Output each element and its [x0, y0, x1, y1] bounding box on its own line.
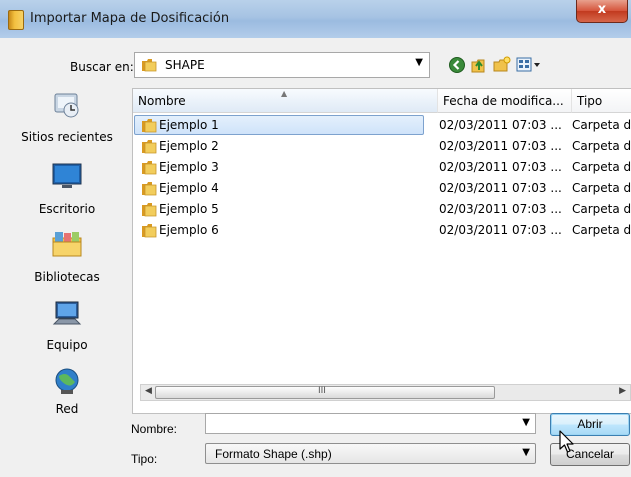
mouse-cursor-icon [559, 430, 574, 453]
new-folder-icon[interactable] [493, 56, 511, 74]
folder-icon [141, 160, 157, 178]
file-row[interactable]: Ejemplo 1 02/03/2011 07:03 ... Carpeta d [133, 115, 631, 136]
file-type: Carpeta d [572, 139, 631, 153]
file-date: 02/03/2011 07:03 ... [439, 202, 562, 216]
file-date: 02/03/2011 07:03 ... [439, 223, 562, 237]
chevron-down-icon[interactable]: ▼ [522, 417, 530, 428]
file-name: Ejemplo 6 [159, 223, 219, 237]
title-bar[interactable]: Importar Mapa de Dosificación x [0, 0, 631, 38]
place-label: Escritorio [38, 202, 96, 216]
scroll-left-icon[interactable]: ◀ [145, 386, 152, 396]
scroll-right-icon[interactable]: ▶ [619, 386, 626, 396]
file-date: 02/03/2011 07:03 ... [439, 181, 562, 195]
network-icon [55, 368, 79, 394]
folder-icon [141, 139, 157, 157]
column-header-date[interactable]: Fecha de modifica... [438, 89, 572, 113]
file-name: Ejemplo 5 [159, 202, 219, 216]
view-menu-icon[interactable] [516, 56, 542, 74]
file-date: 02/03/2011 07:03 ... [439, 160, 562, 174]
column-header-type[interactable]: Tipo [572, 89, 631, 113]
column-header-name[interactable]: Nombre ▲ [133, 89, 438, 113]
recent-places-icon [54, 93, 79, 118]
place-computer[interactable]: Equipo [7, 298, 127, 366]
file-name: Ejemplo 2 [159, 139, 219, 153]
file-type: Carpeta d [572, 160, 631, 174]
folder-icon [141, 223, 157, 241]
close-button[interactable]: x [576, 0, 628, 23]
filename-label: Nombre: [131, 422, 178, 436]
place-label: Red [55, 402, 79, 416]
file-row[interactable]: Ejemplo 5 02/03/2011 07:03 ... Carpeta d [133, 199, 631, 220]
back-icon[interactable] [448, 56, 466, 74]
file-type: Carpeta d [572, 118, 631, 132]
place-desktop[interactable]: Escritorio [7, 160, 127, 230]
place-label: Sitios recientes [21, 130, 113, 144]
column-header-label: Nombre [138, 94, 186, 108]
filetype-value: Formato Shape (.shp) [215, 447, 332, 461]
file-date: 02/03/2011 07:03 ... [439, 139, 562, 153]
file-list[interactable]: Nombre ▲ Fecha de modifica... Tipo Ejemp… [132, 88, 631, 414]
file-row[interactable]: Ejemplo 3 02/03/2011 07:03 ... Carpeta d [133, 157, 631, 178]
import-dialog: Importar Mapa de Dosificación x Buscar e… [0, 0, 631, 477]
look-in-label: Buscar en: [70, 60, 134, 74]
filetype-label: Tipo: [131, 452, 158, 466]
folder-icon [141, 181, 157, 199]
file-row[interactable]: Ejemplo 4 02/03/2011 07:03 ... Carpeta d [133, 178, 631, 199]
computer-icon [52, 301, 82, 325]
file-type: Carpeta d [572, 202, 631, 216]
libraries-icon [52, 232, 82, 257]
file-row[interactable]: Ejemplo 6 02/03/2011 07:03 ... Carpeta d [133, 220, 631, 241]
filetype-select[interactable]: Formato Shape (.shp) ▼ [205, 443, 536, 464]
horizontal-scrollbar[interactable]: ◀ III ▶ [140, 384, 631, 401]
place-libraries[interactable]: Bibliotecas [7, 228, 127, 298]
app-icon [8, 10, 24, 30]
folder-icon [141, 118, 157, 136]
folder-icon [141, 58, 157, 75]
window-title: Importar Mapa de Dosificación [30, 11, 230, 26]
column-header-label: Tipo [577, 94, 603, 108]
column-header-label: Fecha de modifica... [443, 94, 564, 108]
chevron-down-icon[interactable]: ▼ [415, 57, 423, 68]
chevron-down-icon[interactable]: ▼ [522, 447, 530, 458]
file-name: Ejemplo 1 [159, 118, 219, 132]
filename-input[interactable]: ▼ [205, 413, 536, 434]
place-label: Bibliotecas [34, 270, 100, 284]
look-in-combo[interactable]: SHAPE ▼ [134, 52, 430, 78]
file-row[interactable]: Ejemplo 2 02/03/2011 07:03 ... Carpeta d [133, 136, 631, 157]
place-network[interactable]: Red [7, 366, 127, 428]
file-date: 02/03/2011 07:03 ... [439, 118, 562, 132]
scroll-thumb[interactable]: III [155, 386, 495, 399]
folder-icon [141, 202, 157, 220]
sort-ascending-icon: ▲ [281, 89, 288, 98]
place-recent[interactable]: Sitios recientes [7, 88, 127, 160]
place-label: Equipo [46, 338, 88, 352]
file-name: Ejemplo 3 [159, 160, 219, 174]
file-type: Carpeta d [572, 181, 631, 195]
dialog-body: Buscar en: SHAPE ▼ Sitios recientes Escr… [7, 38, 631, 477]
look-in-value: SHAPE [165, 58, 205, 72]
desktop-icon [52, 163, 82, 188]
file-type: Carpeta d [572, 223, 631, 237]
file-name: Ejemplo 4 [159, 181, 219, 195]
grip-icon: III [318, 386, 326, 396]
up-folder-icon[interactable] [470, 56, 488, 74]
